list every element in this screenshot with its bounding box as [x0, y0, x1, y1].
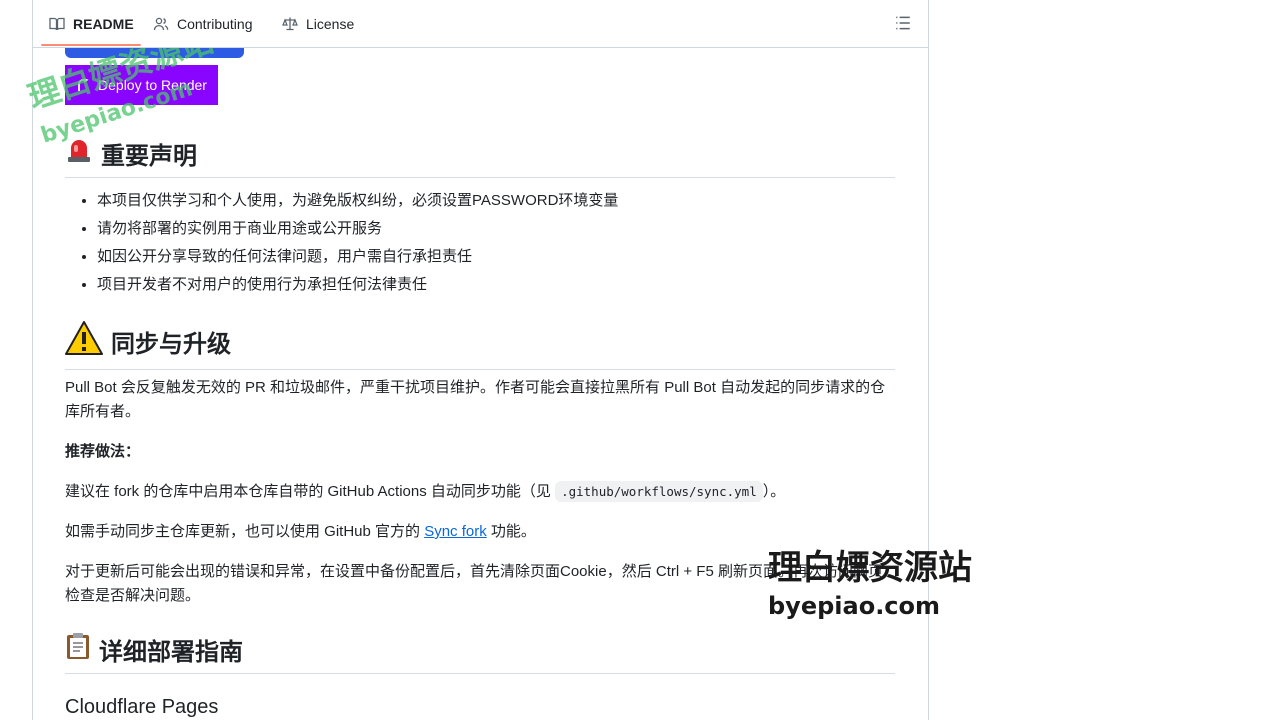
subheading-cloudflare: Cloudflare Pages [65, 696, 219, 718]
heading-deploy: 详细部署指南 [65, 632, 895, 674]
sync-paragraph-4: 对于更新后可能会出现的错误和异常，在设置中备份配置后，首先清除页面Cookie，… [65, 563, 883, 604]
siren-icon [65, 137, 93, 170]
book-icon [49, 17, 65, 30]
heading-notice: 重要声明 [65, 136, 895, 178]
sync-paragraph-3: 如需手动同步主仓库更新，也可以使用 GitHub 官方的 Sync fork 功… [65, 520, 895, 544]
readme-tab-bar: README Contributing License [33, 0, 928, 48]
heading-notice-title: 重要声明 [101, 143, 197, 170]
tab-contributing[interactable]: Contributing [153, 0, 253, 47]
list-item: 请勿将部署的实例用于商业用途或公开服务 [97, 215, 618, 243]
warning-icon [65, 320, 103, 363]
sync-paragraph-2: 建议在 fork 的仓库中启用本仓库自带的 GitHub Actions 自动同… [65, 480, 895, 504]
list-item: 本项目仅供学习和个人使用，为避免版权纠纷，必须设置PASSWORD环境变量 [97, 187, 618, 215]
law-icon [282, 17, 298, 30]
deploy-to-render-button[interactable]: Deploy to Render [65, 65, 218, 105]
list-item: 项目开发者不对用户的使用行为承担任何法律责任 [97, 271, 618, 299]
readme-panel: README Contributing License Deploy to Re… [32, 0, 929, 720]
heading-sync: 同步与升级 [65, 320, 895, 370]
sync-workflow-path: .github/workflows/sync.yml [555, 481, 763, 502]
tab-readme-label: README [73, 15, 134, 32]
sync-paragraph-3-suffix: 功能。 [486, 523, 536, 540]
sync-paragraph-1: Pull Bot 会反复触发无效的 PR 和垃圾邮件，严重干扰项目维护。作者可能… [65, 379, 886, 420]
tab-license-label: License [306, 15, 355, 32]
heading-deploy-title: 详细部署指南 [99, 639, 243, 666]
list-item: 如因公开分享导致的任何法律问题，用户需自行承担责任 [97, 243, 618, 271]
tab-readme[interactable]: README [49, 0, 134, 47]
heading-sync-title: 同步与升级 [111, 331, 231, 358]
deploy-button-label: Deploy to Render [98, 77, 207, 93]
sync-paragraph-3-prefix: 如需手动同步主仓库更新，也可以使用 GitHub 官方的 [65, 523, 425, 540]
render-logo-icon [78, 78, 89, 91]
sync-paragraph-2-prefix: 建议在 fork 的仓库中启用本仓库自带的 GitHub Actions 自动同… [65, 483, 556, 500]
recommend-label: 推荐做法： [65, 443, 141, 460]
clipboard-icon [65, 632, 91, 667]
people-icon [153, 17, 169, 30]
notice-list: 本项目仅供学习和个人使用，为避免版权纠纷，必须设置PASSWORD环境变量 请勿… [65, 187, 618, 299]
tab-contributing-label: Contributing [177, 15, 253, 32]
active-tab-indicator [41, 44, 141, 46]
sync-paragraph-2-suffix: ）。 [762, 483, 786, 500]
sync-fork-link[interactable]: Sync fork [424, 523, 487, 540]
outline-list-icon[interactable] [894, 14, 912, 32]
tab-license[interactable]: License [282, 0, 354, 47]
